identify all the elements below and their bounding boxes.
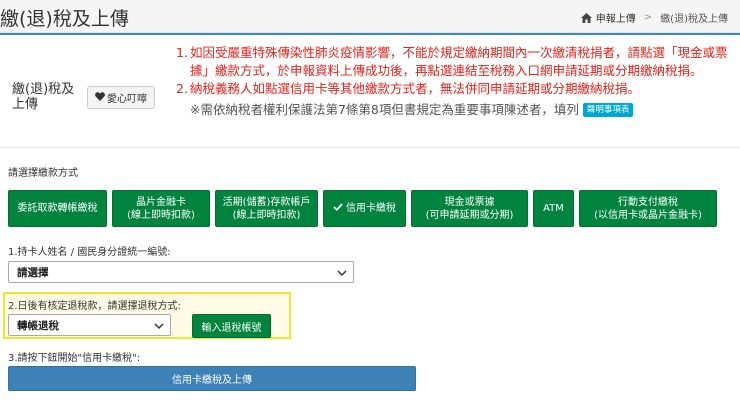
pay-method-line2: (線上即時扣款) [127, 209, 195, 221]
pay-method-chip-card-button[interactable]: 晶片金融卡 (線上即時扣款) [112, 190, 210, 227]
pay-method-line1: 現金或票據 [444, 196, 495, 208]
start-payment-label: 3.請按下鈕開始"信用卡繳稅": [8, 353, 141, 364]
pay-method-line1: 晶片金融卡 [136, 196, 186, 208]
pay-method-deposit-account-button[interactable]: 活期(儲蓄)存款帳戶 (線上即時扣款) [215, 190, 318, 227]
content-header: 繳(退)稅及上傳 申報上傳 > 繳(退)稅及上傳 [0, 0, 740, 33]
cardholder-select[interactable]: 請選擇 [8, 261, 354, 283]
notice-text: 納稅義務人如點選信用卡等其他繳款方式者，無法併同申請延期或分期繳納稅捐。 [190, 81, 641, 96]
check-icon [333, 202, 343, 215]
pay-method-line1: 活期(儲蓄)存款帳戶 [222, 196, 311, 208]
pay-method-line1: ATM [543, 203, 564, 214]
notice-text: 如因受嚴重特殊傳染性肺炎疫情影響，不能於規定繳納期間內一次繳清稅捐者，請點選「現… [190, 45, 728, 78]
pay-method-line2: (以信用卡或晶片金融卡) [594, 209, 702, 221]
love-reminder-label: 愛心叮嚀 [107, 94, 147, 105]
pay-method-atm-button[interactable]: ATM [533, 190, 574, 227]
breadcrumb-separator: > [643, 12, 653, 23]
breadcrumb: 申報上傳 > 繳(退)稅及上傳 [580, 10, 728, 25]
breadcrumb-current: 繳(退)稅及上傳 [660, 14, 728, 25]
pay-method-line1: 信用卡繳稅 [346, 203, 396, 214]
notice-item: 1. 如因受嚴重特殊傳染性肺炎疫情影響，不能於規定繳納期間內一次繳清稅捐者，請點… [176, 44, 731, 80]
pay-method-mobile-button[interactable]: 行動支付繳稅 (以信用卡或晶片金融卡) [579, 190, 717, 227]
payment-method-label: 請選擇繳款方式 [8, 168, 78, 179]
pay-method-transfer-button[interactable]: 委託取款轉帳繳稅 [8, 190, 107, 227]
notice-number: 1. [176, 45, 188, 60]
pay-method-line2: (可申請延期或分期) [425, 209, 514, 221]
chevron-down-icon [337, 268, 347, 280]
refund-method-label: 2.日後有核定退稅款，請選擇退稅方式: [8, 301, 181, 312]
credit-card-pay-upload-button[interactable]: 信用卡繳稅及上傳 [8, 366, 416, 391]
refund-method-select[interactable]: 轉帳退稅 [8, 314, 171, 336]
pay-method-cash-button[interactable]: 現金或票據 (可申請延期或分期) [411, 190, 528, 227]
notice-list: 1. 如因受嚴重特殊傳染性肺炎疫情影響，不能於規定繳納期間內一次繳清稅捐者，請點… [176, 44, 731, 119]
enter-refund-account-button[interactable]: 輸入退稅帳號 [192, 314, 271, 338]
heart-icon [95, 91, 105, 104]
notice-item: 2. 納稅義務人如點選信用卡等其他繳款方式者，無法併同申請延期或分期繳納稅捐。 [176, 80, 731, 98]
info-label: 繳(退)稅及上傳 [12, 82, 75, 112]
refund-method-select-value: 轉帳退稅 [17, 319, 59, 332]
pay-method-line1: 行動支付繳稅 [618, 196, 678, 208]
notice-number: 2. [176, 81, 188, 96]
legal-note-text: ※需依納稅者權利保護法第7條第8項但書規定為重要事項陳述者，填列 [190, 102, 579, 117]
chevron-down-icon [154, 321, 164, 333]
pay-method-line1: 委託取款轉帳繳稅 [17, 203, 98, 214]
info-panel: 繳(退)稅及上傳 愛心叮嚀 1. 如因受嚴重特殊傳染性肺炎疫情影響，不能於規定繳… [0, 33, 740, 148]
cardholder-select-value: 請選擇 [17, 266, 49, 279]
home-icon[interactable] [580, 12, 592, 23]
pay-method-credit-card-button[interactable]: 信用卡繳稅 [323, 190, 406, 227]
pay-method-line2: (線上即時扣款) [232, 209, 301, 221]
page-title: 繳(退)稅及上傳 [0, 8, 129, 30]
statement-form-tag[interactable]: 聲明事項表 [582, 103, 634, 117]
breadcrumb-link[interactable]: 申報上傳 [596, 10, 636, 25]
love-reminder-button[interactable]: 愛心叮嚀 [87, 86, 155, 109]
legal-note: ※需依納稅者權利保護法第7條第8項但書規定為重要事項陳述者，填列 聲明事項表 [176, 101, 731, 119]
cardholder-label: 1.持卡人姓名 / 國民身分證統一編號: [8, 247, 171, 258]
